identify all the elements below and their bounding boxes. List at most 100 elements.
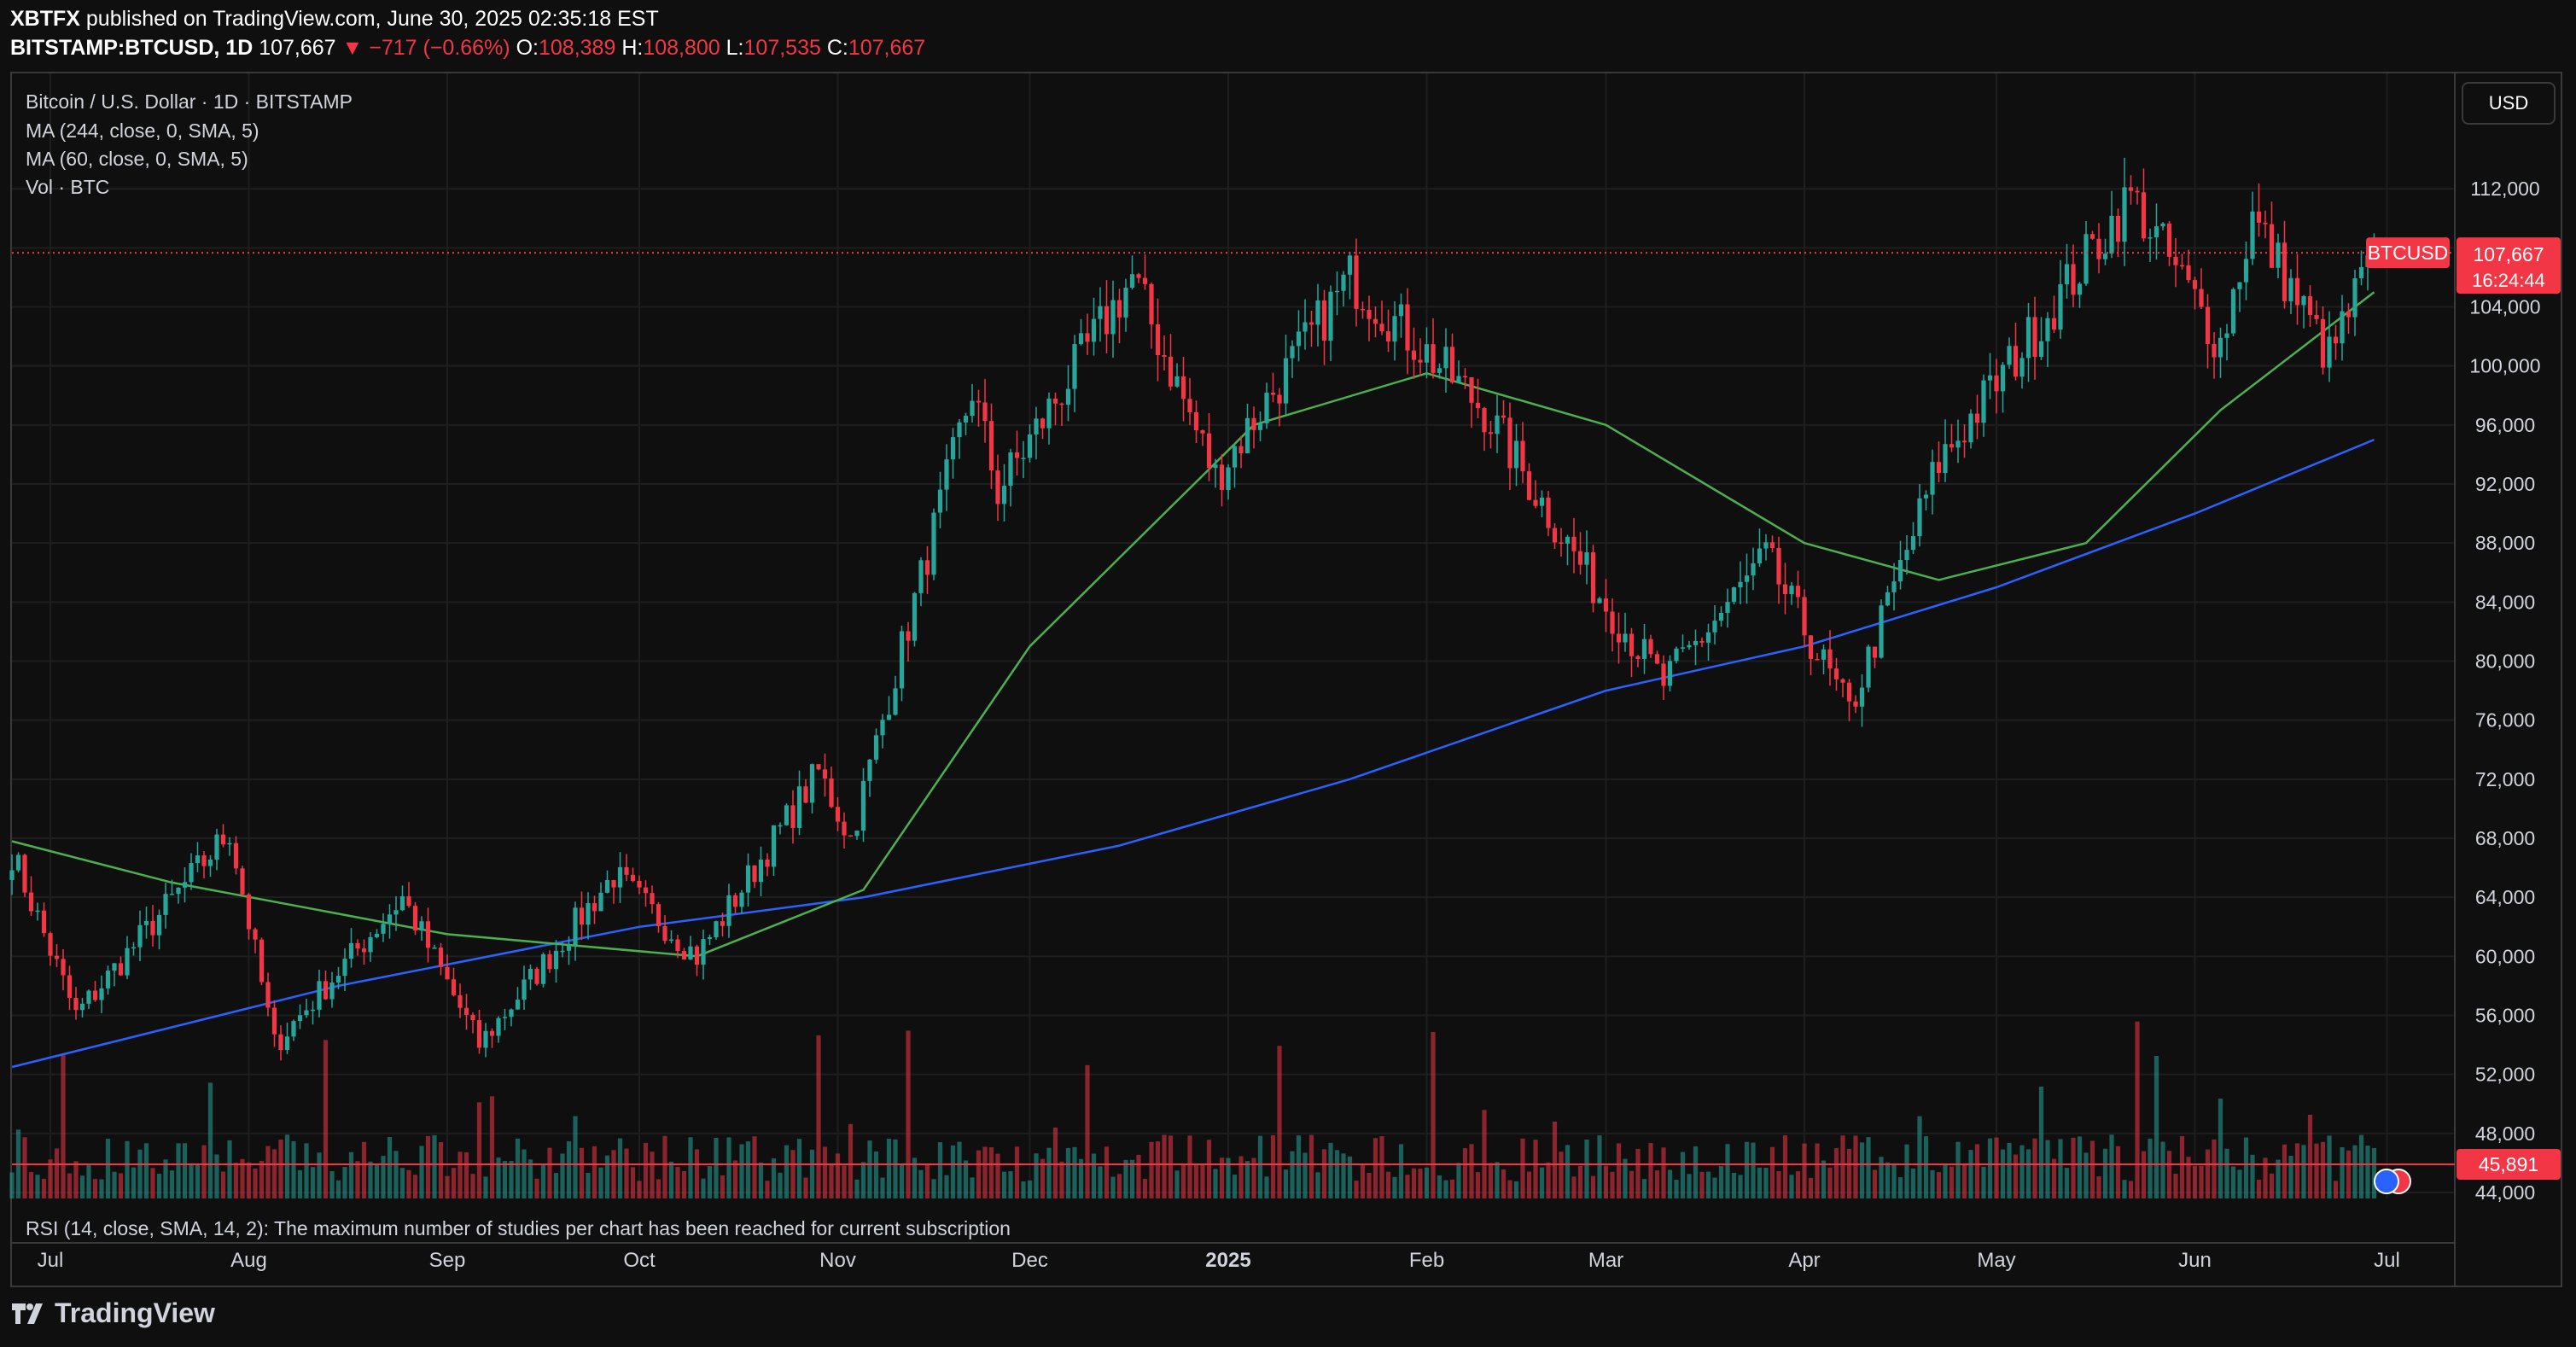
volume-bar: [176, 1143, 181, 1198]
legend-ma244[interactable]: MA (244, close, 0, SMA, 5): [26, 120, 259, 143]
candle-body: [2205, 306, 2211, 344]
price-tick-label: 68,000: [2475, 827, 2535, 849]
candle-body: [803, 786, 808, 803]
candle-body: [1315, 300, 1320, 325]
volume-bar: [182, 1143, 188, 1198]
volume-bar: [1257, 1135, 1263, 1198]
volume-bar: [22, 1137, 27, 1198]
price-chart[interactable]: 112,000108,000104,000100,00096,00092,000…: [0, 0, 2576, 1347]
volume-bar: [573, 1116, 578, 1198]
volume-bar: [899, 1164, 905, 1198]
price-tick-label: 60,000: [2475, 945, 2535, 967]
candle-body: [2135, 190, 2140, 193]
volume-bar: [2084, 1152, 2089, 1198]
volume-bar: [2186, 1157, 2191, 1198]
candle-body: [1731, 587, 1737, 603]
price-tick-label: 72,000: [2475, 768, 2535, 790]
volume-bar: [1943, 1163, 1948, 1198]
candle-body: [246, 894, 252, 930]
candle-body: [240, 868, 245, 895]
candle-body: [681, 951, 687, 960]
legend-ma60[interactable]: MA (60, close, 0, SMA, 5): [26, 148, 248, 171]
time-tick-label: 2025: [1205, 1249, 1250, 1272]
volume-bar: [2282, 1144, 2288, 1198]
time-tick-label: May: [1977, 1249, 2015, 1272]
candle-body: [1552, 528, 1558, 543]
price-tick-label: 56,000: [2475, 1005, 2535, 1027]
candle-body: [534, 968, 539, 984]
candle-body: [483, 1030, 488, 1048]
candle-body: [1270, 392, 1276, 395]
volume-bar: [1021, 1181, 1026, 1198]
volume-bar: [451, 1168, 457, 1198]
candle-body: [1001, 486, 1007, 504]
volume-bar: [2230, 1166, 2236, 1198]
candle-body: [1027, 434, 1033, 458]
candle-body: [566, 945, 572, 951]
volume-bar: [662, 1135, 667, 1198]
volume-bar: [656, 1179, 661, 1198]
volume-bar: [1431, 1031, 1436, 1198]
candle-body: [1104, 306, 1110, 335]
volume-bar: [2301, 1145, 2306, 1198]
volume-bar: [1539, 1167, 1545, 1198]
candle-body: [796, 786, 802, 828]
candle-body: [99, 988, 104, 1000]
candle-body: [2230, 289, 2236, 334]
volume-bar: [2128, 1181, 2134, 1198]
legend-volume[interactable]: Vol · BTC: [26, 176, 109, 199]
volume-bar: [393, 1151, 399, 1198]
candle-body: [1603, 598, 1609, 612]
volume-bar: [534, 1178, 539, 1198]
candle-body: [105, 971, 111, 988]
volume-bar: [1411, 1168, 1417, 1198]
candle-body: [1629, 633, 1635, 656]
candle-body: [1129, 274, 1135, 289]
volume-bar: [271, 1149, 277, 1198]
volume-bar: [1424, 1167, 1430, 1198]
price-axis[interactable]: 112,000108,000104,000100,00096,00092,000…: [2469, 178, 2540, 1204]
candle-body: [67, 975, 73, 998]
time-axis[interactable]: Jul Aug Sep Oct Nov Dec 2025 Feb Mar Apr May Jun Jul: [38, 1249, 2400, 1272]
currency-button[interactable]: USD: [2462, 82, 2556, 125]
candle-body: [509, 1009, 514, 1018]
candle-body: [1667, 661, 1673, 686]
candle-body: [2314, 315, 2319, 319]
tradingview-logo-icon: [12, 1303, 43, 1324]
volume-bar: [99, 1179, 104, 1198]
volume-bar: [61, 1053, 66, 1198]
candle-body: [1846, 682, 1852, 702]
candle-body: [425, 921, 431, 948]
candle-body: [1987, 375, 1993, 381]
candle-body: [445, 966, 450, 980]
candle-body: [2276, 242, 2281, 268]
volume-bar: [1546, 1162, 1551, 1198]
candle-body: [1232, 446, 1238, 468]
candle-body: [1244, 417, 1250, 453]
candle-body: [220, 834, 226, 845]
candle-body: [1744, 575, 1750, 582]
volume-bar: [1808, 1177, 1814, 1198]
candle-body: [1577, 551, 1583, 565]
candle-body: [522, 979, 527, 1000]
candle-body: [2333, 336, 2339, 344]
candle-body: [150, 920, 155, 936]
candle-body: [1328, 291, 1333, 341]
volume-bar: [906, 1030, 911, 1198]
candle-body: [1456, 376, 1461, 383]
volume-bar: [2256, 1180, 2262, 1198]
candle-body: [1085, 333, 1090, 342]
volume-bar: [1385, 1171, 1391, 1198]
candle-body: [1449, 347, 1455, 383]
volume-bar: [547, 1147, 552, 1198]
rsi-study-note: RSI (14, close, SMA, 14, 2): The maximum…: [26, 1217, 1011, 1239]
tradingview-logo[interactable]: TradingView: [10, 1297, 215, 1329]
volume-bar: [1648, 1143, 1653, 1198]
legend-title[interactable]: Bitcoin / U.S. Dollar · 1D · BITSTAMP: [26, 90, 353, 114]
time-tick-label: Feb: [1409, 1249, 1444, 1272]
volume-bar: [1917, 1116, 1922, 1198]
volume-bar: [637, 1181, 642, 1198]
volume-bar: [1635, 1148, 1641, 1198]
volume-bar: [406, 1169, 411, 1198]
time-tick-label: Mar: [1588, 1249, 1623, 1272]
